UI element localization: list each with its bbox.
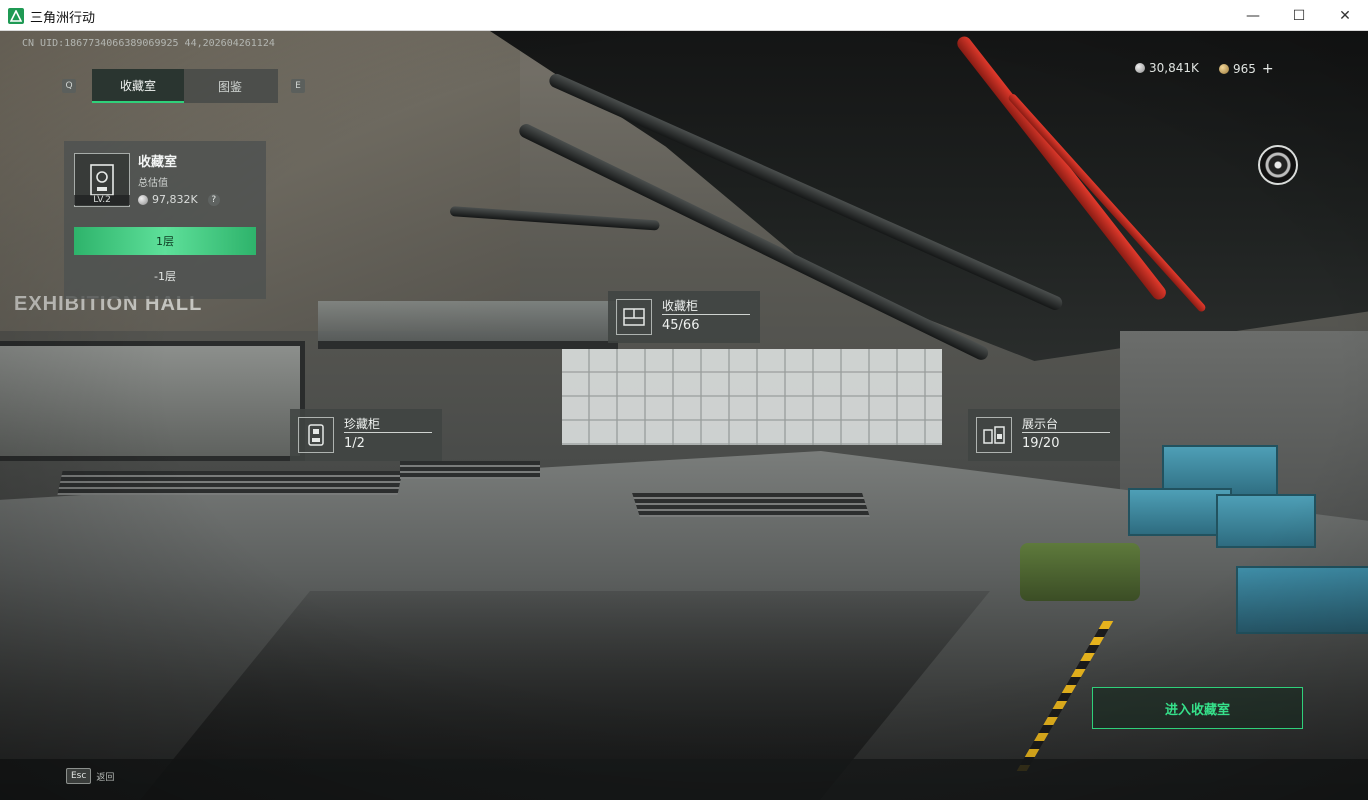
next-tab-key-hint: E	[291, 79, 305, 93]
silver-amount: 30,841K	[1149, 61, 1199, 75]
upper-balcony	[318, 301, 618, 349]
stairs	[632, 493, 870, 517]
back-label: 返回	[96, 772, 115, 783]
card-title: 收藏室	[138, 155, 178, 170]
app-logo-icon	[8, 8, 24, 24]
stairs	[400, 461, 540, 479]
value-coin-icon	[138, 194, 148, 205]
poi-name: 展示台	[1022, 417, 1059, 431]
enter-collection-room-button[interactable]: 进入收藏室	[1092, 687, 1303, 729]
supply-crate	[1216, 494, 1316, 548]
gold-coin-icon	[1219, 64, 1229, 74]
poi-display-stand[interactable]: 展示台 19/20	[968, 409, 1120, 461]
window-title: 三角洲行动	[30, 11, 96, 26]
stairs	[57, 471, 403, 495]
poi-divider	[344, 432, 432, 433]
game-viewport[interactable]: EXHIBITION HALL CN UID:18677340663890699…	[0, 31, 1368, 800]
maximize-icon[interactable]: ☐	[1276, 0, 1322, 31]
music-disc-icon[interactable]	[1258, 145, 1298, 185]
gold-amount: 965	[1233, 62, 1256, 76]
total-value-amount: 97,832K	[152, 193, 198, 206]
tab-collection-room[interactable]: 收藏室	[92, 69, 184, 103]
storage-locker	[1236, 566, 1368, 634]
back-hint[interactable]: Esc 返回	[66, 768, 114, 784]
display-stand-icon	[976, 417, 1012, 453]
room-level: LV.2	[74, 195, 130, 205]
poi-divider	[1022, 432, 1110, 433]
tab-catalog[interactable]: 图鉴	[184, 69, 276, 103]
help-icon[interactable]: ?	[207, 193, 220, 206]
collection-display-wall	[562, 349, 942, 445]
player-uid: CN UID:1867734066389069925 44,2026042611…	[22, 38, 275, 49]
card-subtitle: 总估值	[138, 178, 168, 189]
poi-count: 45/66	[662, 318, 700, 333]
poi-treasure-cabinet[interactable]: 珍藏柜 1/2	[290, 409, 442, 461]
poi-name: 收藏柜	[662, 299, 699, 313]
exhibition-hall-window	[0, 341, 305, 461]
add-currency-icon[interactable]: +	[1262, 61, 1274, 77]
gold-currency: 965 +	[1219, 61, 1274, 77]
floor-option-1[interactable]: 1层	[74, 227, 256, 255]
tab-bar: 收藏室 图鉴	[92, 69, 278, 103]
window-titlebar: 三角洲行动 — ☐ ✕	[0, 0, 1368, 31]
poi-divider	[662, 314, 750, 315]
close-icon[interactable]: ✕	[1322, 0, 1368, 31]
total-value: 97,832K ?	[138, 193, 220, 206]
bottom-bar	[0, 759, 1368, 800]
collection-room-card: LV.2 收藏室 总估值 97,832K ? 1层 -1层	[64, 141, 266, 299]
esc-key: Esc	[66, 768, 92, 784]
treasure-cabinet-icon	[298, 417, 334, 453]
poi-collection-cabinet[interactable]: 收藏柜 45/66	[608, 291, 760, 343]
cabinet-icon	[616, 299, 652, 335]
poi-count: 1/2	[344, 436, 365, 451]
silver-coin-icon	[1135, 63, 1145, 73]
silver-currency: 30,841K	[1135, 61, 1199, 75]
floor-option-minus-1[interactable]: -1层	[74, 261, 256, 291]
poi-count: 19/20	[1022, 436, 1060, 451]
minimize-icon[interactable]: —	[1230, 0, 1276, 31]
equipment-crate	[1020, 543, 1140, 601]
poi-name: 珍藏柜	[344, 417, 381, 431]
prev-tab-key-hint: Q	[62, 79, 76, 93]
